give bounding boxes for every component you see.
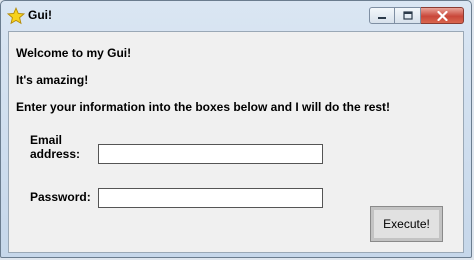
execute-button[interactable]: Execute! xyxy=(370,206,443,242)
window-title: Gui! xyxy=(28,8,52,22)
minimize-icon xyxy=(378,16,386,19)
title-bar[interactable]: Gui! xyxy=(1,1,471,31)
client-area: Welcome to my Gui! It's amazing! Enter y… xyxy=(8,31,464,253)
amazing-text: It's amazing! xyxy=(16,73,89,87)
maximize-icon xyxy=(402,11,413,20)
password-label: Password: xyxy=(30,190,91,204)
window-controls xyxy=(369,7,464,24)
instructions-text: Enter your information into the boxes be… xyxy=(16,100,391,114)
password-field[interactable] xyxy=(98,188,323,208)
close-button[interactable] xyxy=(421,7,464,24)
email-label-line2: address: xyxy=(30,147,81,161)
close-icon xyxy=(436,10,448,21)
minimize-button[interactable] xyxy=(369,7,395,24)
email-field[interactable] xyxy=(98,144,323,164)
email-label-line1: Email xyxy=(30,133,63,147)
maximize-button[interactable] xyxy=(395,7,421,24)
app-window: Gui! Welcome to my Gui! It's amazing! En… xyxy=(0,0,472,258)
welcome-text: Welcome to my Gui! xyxy=(16,46,132,60)
star-icon xyxy=(7,7,25,25)
